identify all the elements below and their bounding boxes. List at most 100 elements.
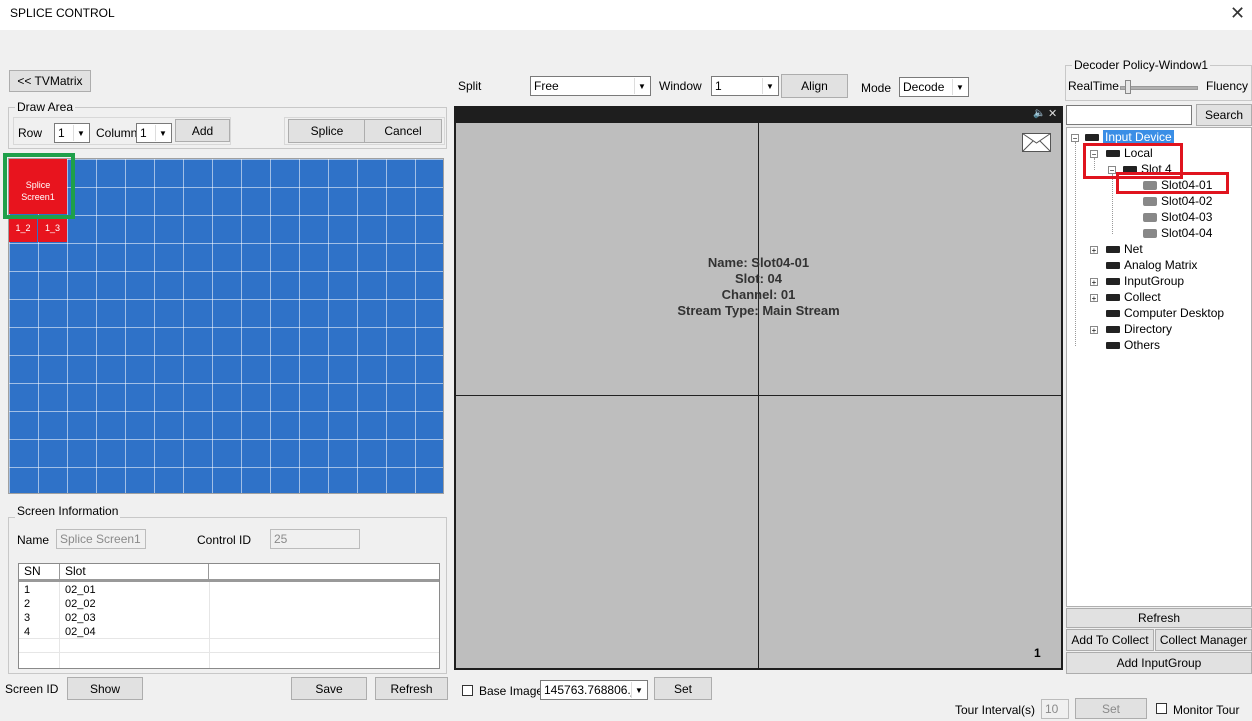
base-image-label: Base Image <box>479 684 544 698</box>
preview-panel: 🔈 ✕ Name: Slot04-01 Slot: 04 Channel: 01… <box>454 106 1063 670</box>
device-icon <box>1085 133 1099 141</box>
add-to-collect-button[interactable]: Add To Collect <box>1066 629 1154 651</box>
expand-icon[interactable]: + <box>1090 326 1098 335</box>
tree-label: Net <box>1124 242 1143 256</box>
splice-button[interactable]: Splice <box>288 119 366 143</box>
save-button[interactable]: Save <box>291 677 367 700</box>
tree-item-net[interactable]: Net <box>1106 242 1143 256</box>
expand-icon[interactable]: + <box>1090 278 1098 287</box>
window-value: 1 <box>715 79 722 93</box>
add-button[interactable]: Add <box>175 119 230 142</box>
decoder-policy-label: Decoder Policy-Window1 <box>1072 58 1211 72</box>
align-button[interactable]: Align <box>781 74 848 98</box>
tree-guide-line <box>1075 142 1077 346</box>
tour-interval-label: Tour Interval(s) <box>955 703 1036 717</box>
policy-slider-track[interactable] <box>1120 86 1198 90</box>
policy-slider-thumb[interactable] <box>1124 80 1131 94</box>
chevron-down-icon: ▼ <box>155 125 170 141</box>
search-input[interactable] <box>1066 105 1192 125</box>
mode-label: Mode <box>861 81 892 95</box>
monitor-tour-label: Monitor Tour <box>1173 703 1240 717</box>
tree-item-slot04-03[interactable]: Slot04-03 <box>1143 210 1212 224</box>
screen-info-label: Screen Information <box>15 504 121 518</box>
row-select[interactable]: 1 ▼ <box>54 123 90 143</box>
expand-icon[interactable]: + <box>1090 294 1098 303</box>
collapse-icon[interactable]: − <box>1071 134 1079 143</box>
camera-icon <box>1143 212 1157 222</box>
tree-label: Slot04-02 <box>1161 194 1213 208</box>
tree-label: Input Device <box>1103 130 1174 144</box>
device-tree: − Input Device − Local − Slot 4 Slot04-0… <box>1066 127 1252 607</box>
window-number: 1 <box>1034 646 1041 660</box>
title-bar <box>0 0 1252 30</box>
cell-slot: 02_01 <box>65 584 96 596</box>
add-input-group-button[interactable]: Add InputGroup <box>1066 652 1252 674</box>
tree-item-collect[interactable]: Collect <box>1106 290 1161 304</box>
grid-cell-1-2[interactable]: 1_2 <box>9 215 37 242</box>
tree-label: Slot04-03 <box>1161 210 1213 224</box>
mode-select[interactable]: Decode ▼ <box>899 77 969 97</box>
set-base-image-button[interactable]: Set <box>654 677 712 700</box>
window-select[interactable]: 1 ▼ <box>711 76 779 96</box>
column-header-sn[interactable]: SN <box>19 564 60 580</box>
camera-icon <box>1143 228 1157 238</box>
speaker-icon[interactable]: 🔈 <box>1033 108 1045 119</box>
cancel-button[interactable]: Cancel <box>364 119 442 143</box>
base-image-select[interactable]: 145763.768806.jp ▼ <box>540 680 648 700</box>
control-id-label: Control ID <box>197 533 252 547</box>
tree-item-computer-desktop[interactable]: Computer Desktop <box>1106 306 1224 320</box>
chevron-down-icon: ▼ <box>73 125 88 141</box>
tour-set-button[interactable]: Set <box>1075 698 1147 719</box>
tree-item-slot04-02[interactable]: Slot04-02 <box>1143 194 1212 208</box>
column-value: 1 <box>140 126 147 140</box>
tree-item-slot04-04[interactable]: Slot04-04 <box>1143 226 1212 240</box>
cell-slot: 02_02 <box>65 598 96 610</box>
tv-matrix-button[interactable]: << TVMatrix <box>9 70 91 92</box>
monitor-tour-checkbox[interactable] <box>1156 703 1167 714</box>
device-icon <box>1106 325 1120 333</box>
control-id-field[interactable]: 25 <box>270 529 360 549</box>
base-image-value: 145763.768806.jp <box>544 683 641 697</box>
cell-sn: 4 <box>24 626 31 638</box>
tree-refresh-button[interactable]: Refresh <box>1066 608 1252 628</box>
info-stream-type: Stream Type: Main Stream <box>677 303 840 318</box>
channel-info: Name: Slot04-01 Slot: 04 Channel: 01 Str… <box>456 255 1061 319</box>
close-icon[interactable]: ✕ <box>1230 3 1245 24</box>
grid-cell-1-3[interactable]: 1_3 <box>38 215 67 242</box>
tree-item-directory[interactable]: Directory <box>1106 322 1172 336</box>
column-label: Column <box>96 126 138 140</box>
tree-item-input-group[interactable]: InputGroup <box>1106 274 1184 288</box>
device-icon <box>1106 341 1120 349</box>
preview-video-area[interactable]: Name: Slot04-01 Slot: 04 Channel: 01 Str… <box>456 123 1061 668</box>
tree-item-others[interactable]: Others <box>1106 338 1160 352</box>
split-divider-horizontal <box>456 395 1061 396</box>
cell-sn: 3 <box>24 612 31 624</box>
split-select[interactable]: Free ▼ <box>530 76 651 96</box>
close-icon[interactable]: ✕ <box>1048 107 1057 120</box>
device-icon <box>1106 277 1120 285</box>
tour-interval-field[interactable]: 10 <box>1041 699 1069 719</box>
column-select[interactable]: 1 ▼ <box>136 123 172 143</box>
expand-icon[interactable]: + <box>1090 246 1098 255</box>
cell-slot: 02_03 <box>65 612 96 624</box>
device-icon <box>1106 245 1120 253</box>
fluency-label: Fluency <box>1206 79 1249 93</box>
tree-label: Others <box>1124 338 1161 352</box>
cell-sn: 1 <box>24 584 31 596</box>
collect-manager-button[interactable]: Collect Manager <box>1155 629 1252 651</box>
column-divider <box>209 582 210 668</box>
cell-sn: 2 <box>24 598 31 610</box>
refresh-button[interactable]: Refresh <box>375 677 448 700</box>
tree-label: Computer Desktop <box>1124 306 1225 320</box>
green-highlight-box <box>3 153 75 219</box>
window-title: SPLICE CONTROL <box>10 6 115 20</box>
name-field[interactable]: Splice Screen1 <box>56 529 146 549</box>
column-header-slot[interactable]: Slot <box>60 564 209 580</box>
search-button[interactable]: Search <box>1196 104 1252 126</box>
envelope-icon-graphic <box>1022 133 1051 152</box>
tree-item-analog-matrix[interactable]: Analog Matrix <box>1106 258 1197 272</box>
tree-item-input-device[interactable]: Input Device <box>1085 130 1174 144</box>
device-icon <box>1106 309 1120 317</box>
base-image-checkbox[interactable] <box>462 685 473 696</box>
show-button[interactable]: Show <box>67 677 143 700</box>
